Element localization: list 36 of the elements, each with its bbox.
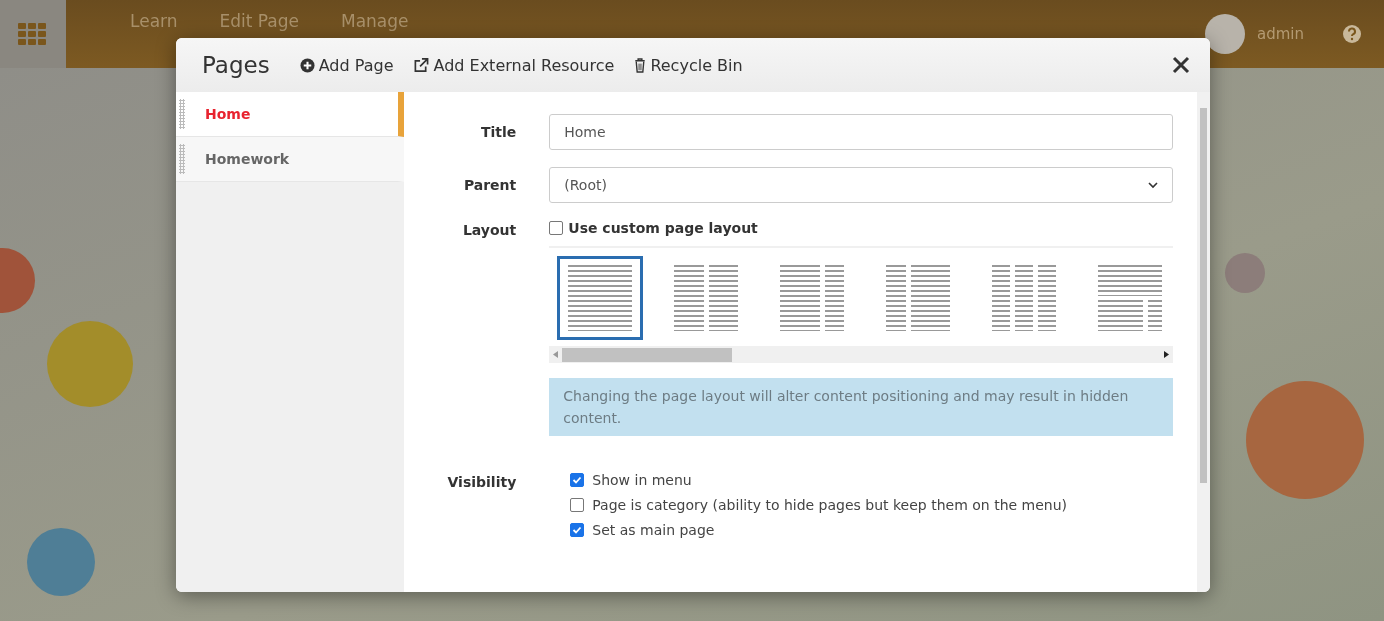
chevron-down-icon — [1148, 181, 1159, 189]
dialog-title: Pages — [202, 52, 270, 78]
checkmark-icon — [572, 525, 583, 535]
external-link-icon — [413, 57, 430, 73]
checkmark-icon — [572, 475, 583, 485]
drag-handle-icon[interactable] — [179, 144, 185, 174]
avatar[interactable] — [1205, 14, 1245, 54]
field-label: Title — [479, 124, 517, 140]
toolbar-button[interactable]: Add Page — [295, 53, 398, 77]
horizontal-scrollbar[interactable] — [549, 346, 1174, 363]
trash-icon — [634, 57, 647, 73]
info-notice: Changing the page layout will alter content positioning and may result in hidden content. — [549, 378, 1174, 436]
close-icon — [1172, 56, 1190, 74]
field-label: Visibility — [446, 474, 517, 490]
visibility-checkbox[interactable]: Page is category (ability to hide pages but keep them on the menu) — [570, 497, 1068, 513]
field-label: Layout — [461, 222, 517, 238]
toolbar-button[interactable]: Recycle Bin — [630, 53, 747, 77]
apps-menu-button[interactable] — [0, 0, 66, 68]
visibility-checkbox[interactable]: Show in menu — [570, 472, 1068, 488]
field-label: Parent — [462, 177, 517, 193]
vertical-scrollbar[interactable] — [1197, 92, 1210, 592]
page-list-item[interactable]: Home — [176, 92, 405, 137]
close-button[interactable] — [1170, 54, 1192, 76]
grid-icon — [18, 23, 48, 45]
scroll-right-icon[interactable] — [1164, 351, 1170, 358]
scroll-left-icon[interactable] — [553, 351, 559, 358]
help-icon[interactable] — [1342, 24, 1362, 44]
toolbar-button[interactable]: Add External Resource — [409, 53, 619, 77]
layout-option[interactable] — [557, 256, 644, 340]
plus-circle-icon — [299, 57, 315, 73]
parent-select[interactable]: (Root) — [549, 167, 1174, 203]
title-field[interactable]: Home — [549, 114, 1174, 150]
page-list-item[interactable]: Homework — [176, 137, 405, 182]
visibility-checkbox[interactable]: Set as main page — [570, 522, 1068, 538]
drag-handle-icon[interactable] — [179, 99, 185, 129]
custom-layout-checkbox[interactable]: Use custom page layout — [549, 220, 1174, 248]
